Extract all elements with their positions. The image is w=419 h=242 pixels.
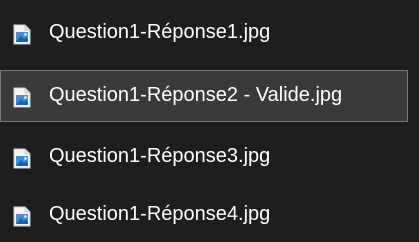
image-file-icon [13, 148, 31, 169]
file-list-item[interactable]: Question1-Réponse4.jpg [0, 190, 419, 242]
file-list-item-selected[interactable]: Question1-Réponse2 - Valide.jpg [0, 70, 408, 122]
file-list-item[interactable]: Question1-Réponse1.jpg [0, 8, 419, 60]
file-list: Question1-Réponse1.jpg Question1-Réponse… [0, 0, 419, 242]
file-name: Question1-Réponse2 - Valide.jpg [49, 84, 343, 106]
image-file-icon [13, 87, 31, 108]
file-name: Question1-Réponse4.jpg [49, 203, 271, 225]
image-file-icon [13, 206, 31, 227]
image-file-icon [13, 24, 31, 45]
file-name: Question1-Réponse1.jpg [49, 21, 271, 43]
file-list-item[interactable]: Question1-Réponse3.jpg [0, 132, 419, 184]
file-name: Question1-Réponse3.jpg [49, 145, 271, 167]
